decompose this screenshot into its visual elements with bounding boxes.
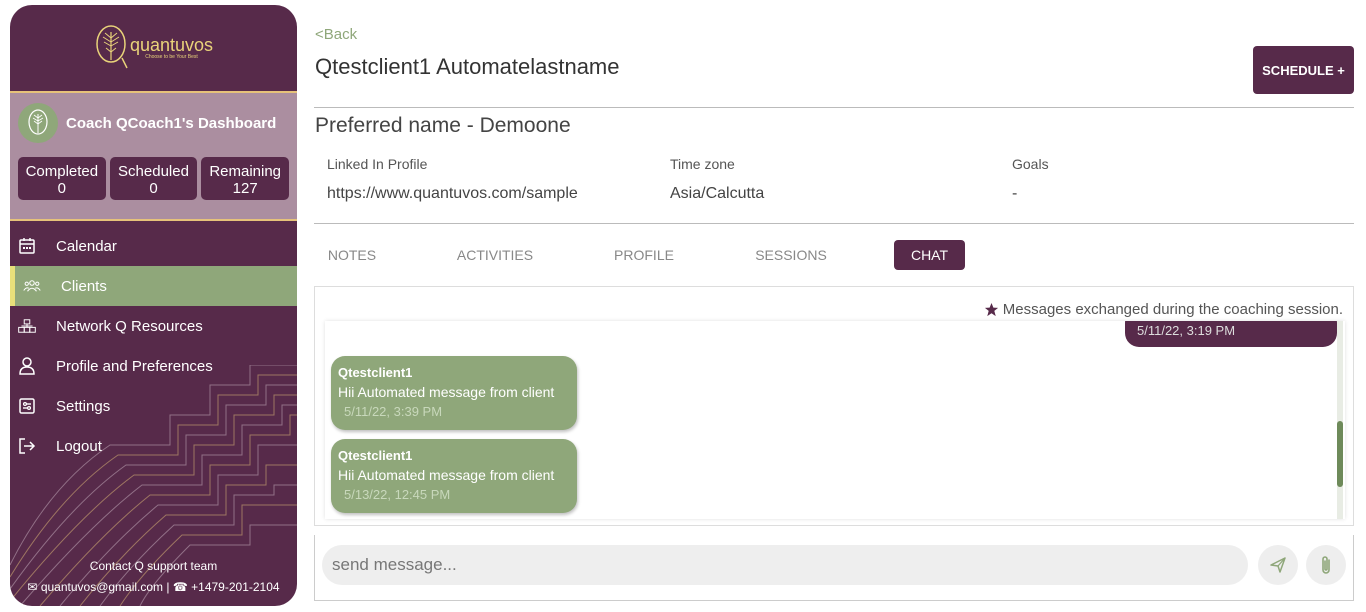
incoming-message: Qtestclient1 Hii Automated message from … — [331, 439, 577, 513]
user-icon — [18, 357, 36, 375]
support-info: Contact Q support team ✉ quantuvos@gmail… — [10, 556, 297, 598]
network-icon — [18, 317, 36, 335]
message-text: Hii Automated message from client — [338, 384, 555, 400]
dashboard-title: Coach QCoach1's Dashboard — [66, 114, 277, 132]
divider — [314, 107, 1354, 108]
stats-row: Completed 0 Scheduled 0 Remaining 127 — [18, 157, 290, 200]
stat-value: 0 — [57, 180, 66, 197]
settings-icon — [18, 397, 36, 415]
sidebar-item-label: Profile and Preferences — [56, 357, 213, 375]
stat-label: Completed — [25, 163, 99, 180]
tab-sessions[interactable]: SESSIONS — [750, 240, 832, 270]
tab-chat[interactable]: CHAT — [894, 240, 965, 270]
tab-profile[interactable]: PROFILE — [608, 240, 680, 270]
stat-scheduled: Scheduled 0 — [109, 157, 198, 200]
sidebar-item-label: Clients — [61, 277, 107, 295]
message-input[interactable] — [322, 545, 1248, 585]
tree-logo-icon — [96, 25, 128, 69]
brand-logo[interactable]: quantuvos Choose to be Your Best — [94, 24, 213, 72]
timezone-value: Asia/Calcutta — [670, 185, 765, 202]
divider — [314, 223, 1354, 224]
tab-notes[interactable]: NOTES — [316, 240, 388, 270]
back-link[interactable]: <Back — [315, 26, 357, 43]
support-contacts: ✉ quantuvos@gmail.com | ☎ +1479-201-2104 — [10, 577, 297, 598]
phone-icon: ☎ — [172, 580, 188, 594]
logout-icon — [18, 437, 36, 455]
sidebar-item-profile-preferences[interactable]: Profile and Preferences — [10, 346, 297, 386]
avatar — [18, 103, 58, 143]
linkedin-value[interactable]: https://www.quantuvos.com/sample — [327, 185, 578, 203]
support-phone[interactable]: +1479-201-2104 — [191, 580, 279, 594]
support-title: Contact Q support team — [89, 559, 218, 573]
paperclip-icon — [1322, 556, 1330, 574]
scrollbar-thumb[interactable] — [1337, 421, 1343, 487]
stat-completed: Completed 0 — [18, 157, 106, 200]
schedule-button[interactable]: SCHEDULE + — [1253, 46, 1354, 94]
tab-activities[interactable]: ACTIVITIES — [452, 240, 538, 270]
send-icon — [1270, 557, 1286, 573]
message-text: Hii Automated message from client — [338, 467, 555, 483]
outgoing-message: 5/11/22, 3:19 PM — [1125, 321, 1337, 347]
sidebar-item-label: Calendar — [56, 237, 117, 255]
brand-tagline: Choose to be Your Best — [145, 54, 198, 60]
brand-name: quantuvos — [129, 35, 214, 55]
goals-value: - — [1012, 185, 1018, 202]
sidebar-item-label: Settings — [56, 397, 111, 415]
scrollbar[interactable] — [1337, 321, 1343, 519]
message-time: 5/13/22, 12:45 PM — [344, 487, 451, 502]
stat-value: 0 — [149, 180, 158, 197]
star-icon — [984, 302, 998, 317]
chat-note: Messages exchanged during the coaching s… — [984, 301, 1343, 318]
sidebar-item-logout[interactable]: Logout — [10, 426, 297, 466]
chat-panel: Messages exchanged during the coaching s… — [314, 286, 1354, 526]
incoming-message: Qtestclient1 Hii Automated message from … — [331, 356, 577, 430]
message-list[interactable]: 5/11/22, 3:19 PM Qtestclient1 Hii Automa… — [325, 321, 1345, 519]
stat-value: 127 — [232, 180, 258, 197]
attach-button[interactable] — [1306, 545, 1346, 585]
timezone-label: Time zone — [670, 156, 735, 172]
sidebar-item-clients[interactable]: Clients — [10, 266, 297, 306]
sidebar: quantuvos Choose to be Your Best Coach Q… — [10, 5, 297, 606]
message-sender: Qtestclient1 — [338, 365, 413, 380]
dashboard-summary: Coach QCoach1's Dashboard Completed 0 Sc… — [10, 93, 297, 221]
page-title: Qtestclient1 Automatelastname — [315, 54, 620, 79]
sidebar-item-network-resources[interactable]: Network Q Resources — [10, 306, 297, 346]
message-time: 5/11/22, 3:39 PM — [344, 404, 443, 419]
linkedin-label: Linked In Profile — [327, 156, 428, 172]
sidebar-item-label: Network Q Resources — [56, 317, 203, 335]
calendar-icon — [18, 237, 36, 255]
preferred-name: Preferred name - Demoone — [315, 114, 571, 137]
mail-icon: ✉ — [27, 580, 38, 594]
support-email[interactable]: quantuvos@gmail.com — [41, 580, 163, 594]
message-sender: Qtestclient1 — [338, 448, 413, 463]
stat-label: Scheduled — [118, 163, 189, 180]
chat-note-text: Messages exchanged during the coaching s… — [1002, 301, 1343, 318]
sidebar-item-settings[interactable]: Settings — [10, 386, 297, 426]
sidebar-item-label: Logout — [56, 437, 102, 455]
message-composer — [314, 535, 1354, 601]
sidebar-nav: Calendar Clients Network Q Resources Pro… — [10, 226, 297, 466]
message-time: 5/11/22, 3:19 PM — [1137, 323, 1236, 338]
users-icon — [23, 277, 41, 295]
sidebar-item-calendar[interactable]: Calendar — [10, 226, 297, 266]
stat-label: Remaining — [209, 163, 282, 180]
send-button[interactable] — [1258, 545, 1298, 585]
logo-area: quantuvos Choose to be Your Best — [10, 5, 297, 93]
goals-label: Goals — [1012, 156, 1049, 172]
tree-avatar-icon — [28, 109, 48, 135]
stat-remaining: Remaining 127 — [201, 157, 290, 200]
